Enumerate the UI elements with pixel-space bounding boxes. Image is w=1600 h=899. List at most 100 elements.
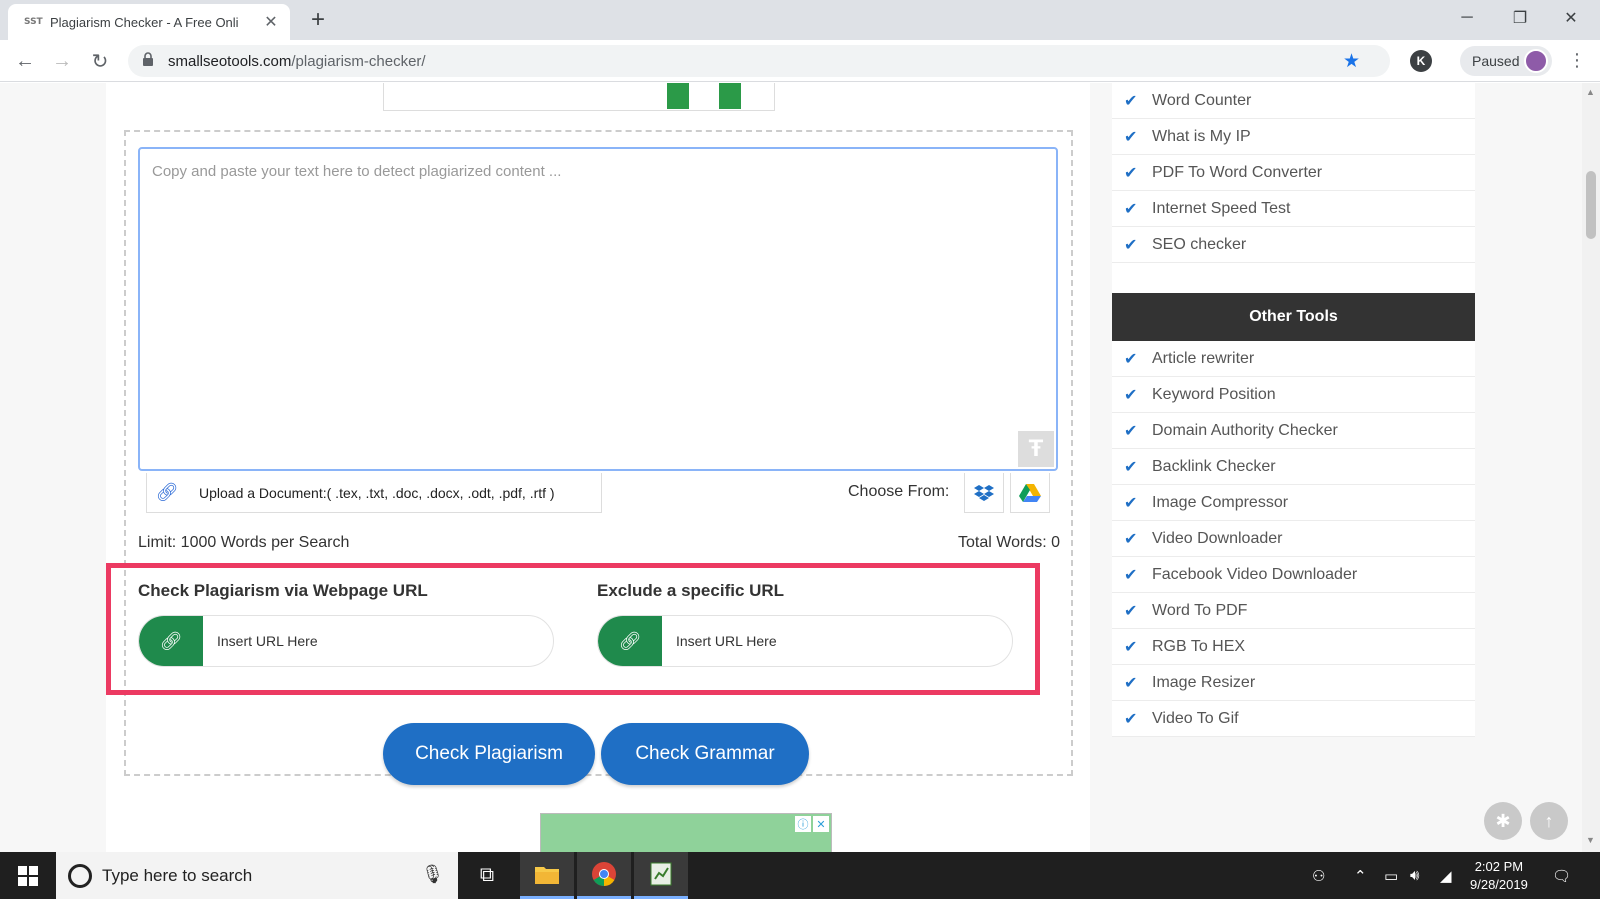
sidebar-tool-label: PDF To Word Converter [1152, 163, 1323, 181]
address-bar[interactable]: smallseotools.com/plagiarism-checker/ ★ [128, 45, 1390, 77]
sidebar-tool-link[interactable]: ✔ Video To Gif [1112, 701, 1475, 737]
google-drive-button[interactable] [1010, 473, 1050, 513]
new-tab-button[interactable]: + [304, 6, 332, 34]
clock-date: 9/28/2019 [1470, 877, 1528, 892]
browser-menu-icon[interactable]: ⋮ [1568, 50, 1586, 71]
people-icon[interactable]: ⚇ [1312, 852, 1325, 899]
sidebar-tool-link[interactable]: ✔ Facebook Video Downloader [1112, 557, 1475, 593]
page-viewport: Copy and paste your text here to detect … [0, 83, 1600, 852]
close-tab-icon[interactable]: ✕ [262, 12, 280, 32]
check-plagiarism-button[interactable]: Check Plagiarism [383, 723, 595, 785]
dropbox-button[interactable] [964, 473, 1004, 513]
page-scrollbar[interactable]: ▲ ▼ [1582, 83, 1600, 852]
sidebar-tool-link[interactable]: ✔ Word Counter [1112, 83, 1475, 119]
forward-icon[interactable]: → [48, 47, 76, 75]
bookmark-star-icon[interactable]: ★ [1343, 50, 1360, 73]
close-window-icon[interactable]: ✕ [1548, 0, 1594, 36]
site-favicon-icon: SST [24, 17, 43, 27]
sidebar-tool-label: Keyword Position [1152, 385, 1276, 403]
microphone-icon[interactable]: 🎙︎ [421, 864, 444, 885]
profile-paused-button[interactable]: Paused [1460, 46, 1552, 76]
sidebar-tool-link[interactable]: ✔ SEO checker [1112, 227, 1475, 263]
sidebar-tool-link[interactable]: ✔ Internet Speed Test [1112, 191, 1475, 227]
ad-close-icon[interactable]: ✕ [813, 816, 829, 832]
webpage-url-input[interactable]: 🔗︎ Insert URL Here [138, 615, 554, 667]
sidebar-tool-link[interactable]: ✔ Keyword Position [1112, 377, 1475, 413]
spreadsheet-app-icon[interactable] [634, 852, 688, 899]
chrome-icon[interactable] [577, 852, 631, 899]
avatar [1524, 49, 1548, 73]
sidebar-tool-label: Video To Gif [1152, 709, 1239, 727]
show-hidden-icons-chevron-icon[interactable]: ⌃ [1354, 852, 1367, 899]
url-text: smallseotools.com/plagiarism-checker/ [168, 52, 426, 70]
taskbar-search-box[interactable]: Type here to search 🎙︎ [56, 852, 458, 899]
browser-tab[interactable]: SST Plagiarism Checker - A Free Onli ✕ [8, 4, 290, 40]
notifications-icon[interactable]: 🗨︎ [1552, 852, 1571, 899]
sidebar-tool-link[interactable]: ✔ Article rewriter [1112, 341, 1475, 377]
word-limit-text: Limit: 1000 Words per Search [138, 534, 350, 551]
sidebar-tool-label: Word Counter [1152, 91, 1252, 109]
check-grammar-button[interactable]: Check Grammar [601, 723, 809, 785]
battery-icon[interactable]: ▭ [1384, 852, 1398, 899]
sidebar-tool-link[interactable]: ✔ Image Resizer [1112, 665, 1475, 701]
file-explorer-icon[interactable] [520, 852, 574, 899]
back-icon[interactable]: ← [11, 47, 39, 75]
sidebar-tool-label: RGB To HEX [1152, 637, 1246, 655]
sidebar-tool-label: Facebook Video Downloader [1152, 565, 1358, 583]
bug-report-icon[interactable]: ✱ [1484, 802, 1522, 840]
sidebar-tool-link[interactable]: ✔ Backlink Checker [1112, 449, 1475, 485]
sidebar-tool-link[interactable]: ✔ RGB To HEX [1112, 629, 1475, 665]
taskbar-clock[interactable]: 2:02 PM 9/28/2019 [1470, 858, 1528, 894]
cortana-icon [68, 864, 92, 888]
checkmark-icon: ✔ [1124, 638, 1138, 656]
sidebar-tool-link[interactable]: ✔ Domain Authority Checker [1112, 413, 1475, 449]
ad-info-icon[interactable]: ⓘ [795, 816, 811, 832]
checkmark-icon: ✔ [1124, 602, 1138, 620]
upload-label: Upload a Document:( .tex, .txt, .doc, .d… [199, 484, 555, 501]
clear-text-icon[interactable]: Ŧ [1018, 431, 1054, 467]
taskbar-search-placeholder: Type here to search [102, 865, 253, 885]
sidebar-tool-link[interactable]: ✔ Video Downloader [1112, 521, 1475, 557]
sidebar-tool-link[interactable]: ✔ Word To PDF [1112, 593, 1475, 629]
scroll-up-arrow-icon[interactable]: ▲ [1586, 87, 1595, 97]
advertisement-banner[interactable]: ⓘ ✕ [540, 813, 832, 852]
text-input-area[interactable]: Copy and paste your text here to detect … [138, 147, 1058, 471]
minimize-icon[interactable]: ─ [1444, 0, 1490, 36]
checkmark-icon: ✔ [1124, 494, 1138, 512]
reload-icon[interactable]: ↻ [86, 47, 114, 75]
network-icon[interactable]: ◢ [1440, 852, 1452, 899]
webpage-url-group: Check Plagiarism via Webpage URL 🔗︎ Inse… [138, 581, 554, 667]
scrollbar-thumb[interactable] [1586, 171, 1596, 239]
sidebar-tool-link[interactable]: ✔ What is My IP [1112, 119, 1475, 155]
other-tools-header: Other Tools [1112, 293, 1475, 341]
google-drive-icon [1019, 483, 1041, 502]
checkmark-icon: ✔ [1124, 530, 1138, 548]
exclude-url-placeholder: Insert URL Here [676, 633, 777, 649]
sidebar-tool-label: Article rewriter [1152, 349, 1255, 367]
volume-icon[interactable]: 🔊︎ [1410, 852, 1419, 899]
task-view-icon[interactable]: ⧉ [460, 852, 514, 899]
sidebar-tool-label: Domain Authority Checker [1152, 421, 1338, 439]
total-words-text: Total Words: 0 [958, 534, 1060, 551]
captcha-block [719, 83, 741, 109]
captcha-box [383, 83, 775, 111]
checkmark-icon: ✔ [1124, 386, 1138, 404]
restore-icon[interactable]: ❐ [1497, 0, 1543, 36]
windows-logo-icon [18, 865, 38, 886]
upload-row: 🔗︎ Upload a Document:( .tex, .txt, .doc,… [138, 473, 1058, 519]
upload-document-button[interactable]: 🔗︎ Upload a Document:( .tex, .txt, .doc,… [146, 473, 602, 513]
lock-icon [142, 51, 158, 71]
dropbox-icon [974, 484, 994, 501]
start-button[interactable] [0, 852, 56, 899]
captcha-block [667, 83, 689, 109]
scroll-down-arrow-icon[interactable]: ▼ [1586, 835, 1595, 845]
exclude-url-input[interactable]: 🔗︎ Insert URL Here [597, 615, 1013, 667]
extension-k-icon[interactable]: K [1410, 50, 1432, 72]
sidebar-tool-link[interactable]: ✔ PDF To Word Converter [1112, 155, 1475, 191]
scroll-top-icon[interactable]: ↑ [1530, 802, 1568, 840]
choose-from-label: Choose From: [848, 483, 950, 500]
checkmark-icon: ✔ [1124, 422, 1138, 440]
browser-toolbar: ← → ↻ smallseotools.com/plagiarism-check… [0, 40, 1600, 82]
text-input-placeholder: Copy and paste your text here to detect … [152, 163, 562, 180]
sidebar-tool-link[interactable]: ✔ Image Compressor [1112, 485, 1475, 521]
